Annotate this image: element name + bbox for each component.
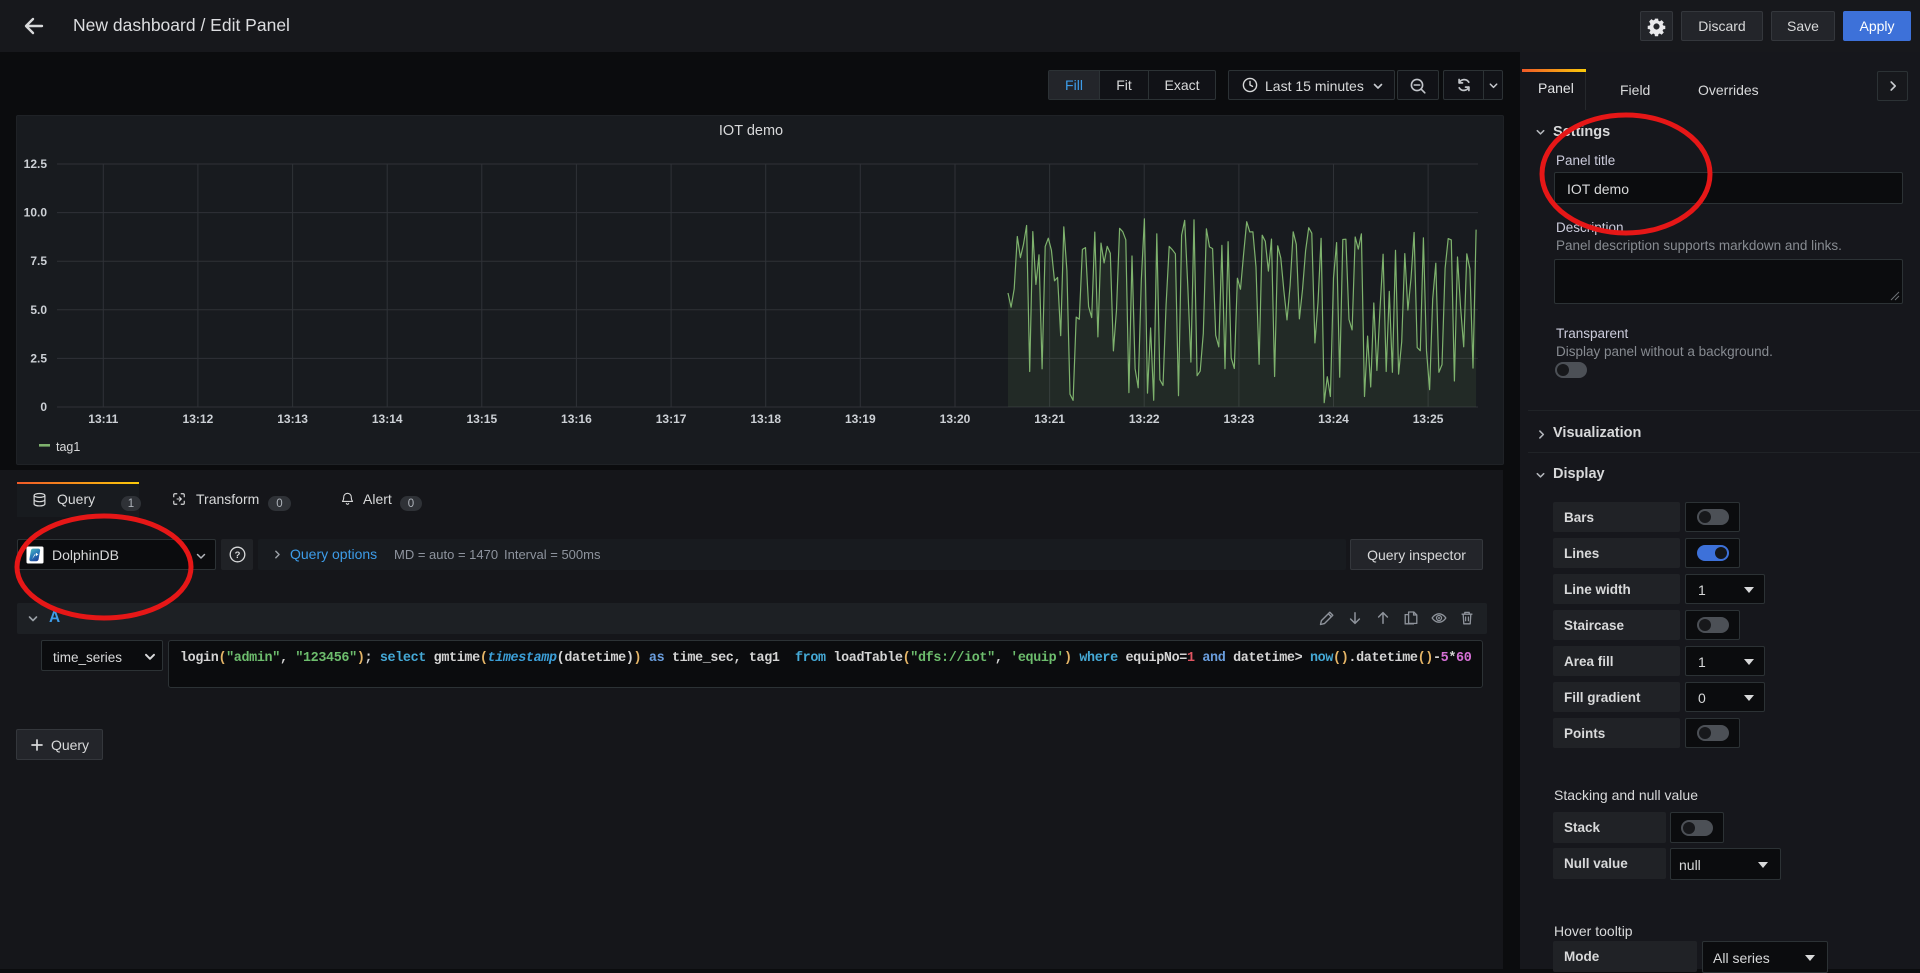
svg-text:7.5: 7.5: [30, 254, 47, 268]
svg-text:2.5: 2.5: [30, 351, 47, 365]
svg-text:13:11: 13:11: [88, 412, 118, 426]
svg-text:13:18: 13:18: [750, 412, 781, 426]
svg-text:10.0: 10.0: [24, 206, 48, 220]
svg-text:13:15: 13:15: [466, 412, 497, 426]
svg-text:0: 0: [40, 400, 47, 414]
svg-text:13:21: 13:21: [1034, 412, 1065, 426]
svg-text:13:23: 13:23: [1224, 412, 1255, 426]
svg-text:?: ?: [234, 550, 240, 561]
svg-text:13:12: 13:12: [183, 412, 214, 426]
svg-text:12.5: 12.5: [24, 157, 48, 171]
svg-text:5.0: 5.0: [30, 303, 47, 317]
svg-text:13:22: 13:22: [1129, 412, 1160, 426]
svg-text:13:25: 13:25: [1413, 412, 1444, 426]
svg-text:13:19: 13:19: [845, 412, 876, 426]
svg-text:13:13: 13:13: [277, 412, 308, 426]
svg-text:13:24: 13:24: [1318, 412, 1349, 426]
svg-text:13:14: 13:14: [372, 412, 403, 426]
svg-text:13:20: 13:20: [940, 412, 971, 426]
svg-text:13:17: 13:17: [656, 412, 687, 426]
svg-text:13:16: 13:16: [561, 412, 592, 426]
svg-text:tag1: tag1: [56, 440, 80, 454]
